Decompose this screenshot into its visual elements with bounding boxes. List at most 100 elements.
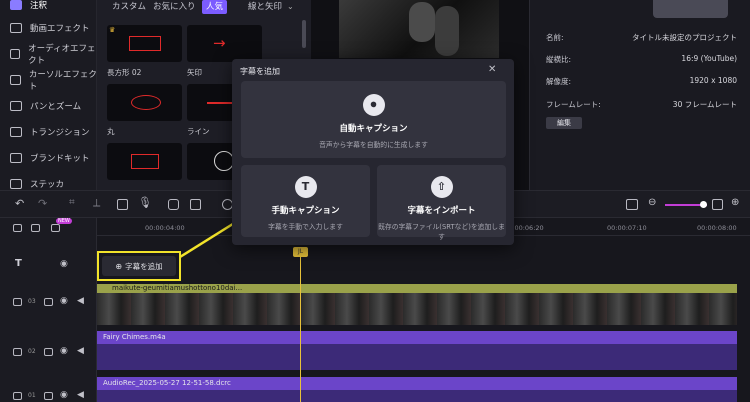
prop-aspect-label: 縦横比: — [546, 55, 572, 64]
prop-resolution-label: 解像度: — [546, 77, 572, 86]
brand-kit-icon — [10, 153, 22, 163]
crop-icon[interactable]: ⌗ — [69, 197, 75, 208]
eye-icon[interactable]: ◉ — [60, 296, 68, 306]
audio-waveform — [97, 344, 737, 370]
sidebar-item-cursor-effects[interactable]: カーソルエフェクト — [0, 67, 97, 93]
video-track-icon — [13, 348, 22, 356]
asset-rectangle-2[interactable] — [107, 143, 182, 180]
track-headers: NEW T ◉ 03 ◉ ◀ 02 ◉ ◀ 01 ◉ ◀ — [0, 218, 97, 402]
asset-arrow[interactable]: → — [187, 25, 262, 62]
sidebar-item-brand-kit[interactable]: ブランドキット — [0, 145, 97, 171]
sidebar-item-label: パンとズーム — [30, 102, 82, 112]
cursor-effect-icon — [10, 75, 21, 85]
audio-clip-name: AudioRec_2025-05-27 12-51-58.dcrc — [103, 379, 231, 387]
arrow-shape-icon: → — [213, 34, 226, 52]
sidebar-item-video-effects[interactable]: 動画エフェクト — [0, 15, 97, 41]
text-icon: T — [294, 176, 317, 198]
performer-figure — [435, 6, 459, 56]
speaker-icon[interactable]: ◀ — [77, 390, 84, 400]
speaker-icon[interactable]: ◀ — [77, 346, 84, 356]
video-track-icon — [13, 392, 22, 400]
pan-zoom-icon — [10, 101, 22, 111]
annotation-icon — [10, 0, 22, 10]
tab-popular[interactable]: 人気 — [202, 0, 228, 14]
track-number: 01 — [28, 392, 36, 399]
zoom-box-icon[interactable] — [712, 199, 723, 210]
lock-icon[interactable] — [44, 298, 53, 306]
add-caption-label: 字幕を追加 — [125, 261, 163, 271]
project-thumbnail — [653, 0, 728, 18]
playhead-line[interactable] — [300, 250, 301, 402]
performer-figure — [409, 2, 435, 42]
eye-icon[interactable]: ◉ — [60, 346, 68, 356]
shield-icon[interactable] — [117, 199, 128, 210]
plus-circle-icon: ⊕ — [115, 261, 123, 271]
asset-circle[interactable] — [107, 84, 182, 121]
ellipse-shape-icon — [131, 95, 161, 110]
zoom-slider-handle[interactable] — [700, 201, 707, 208]
manual-caption-title: 手動キャプション — [271, 206, 340, 216]
sidebar-item-audio-effects[interactable]: オーディオエフェクト — [0, 41, 97, 67]
manual-caption-card[interactable]: T 手動キャプション 字幕を手動で入力します — [241, 165, 370, 237]
video-clip[interactable] — [97, 293, 737, 325]
video-track-icon — [13, 298, 22, 306]
sidebar-item-label: ステッカ — [30, 180, 65, 190]
rectangle-shape-icon — [131, 154, 159, 169]
video-clip-header[interactable]: maikute-geumitiamushottono10dai... — [97, 284, 737, 293]
lock-icon[interactable] — [44, 392, 53, 400]
dialog-title: 字幕を追加 — [240, 67, 280, 76]
copy-track-icon[interactable] — [31, 224, 40, 232]
asset-label: 長方形 02 — [107, 68, 142, 77]
sidebar-item-label: トランジション — [30, 128, 90, 138]
asset-rectangle[interactable]: ♛ — [107, 25, 182, 62]
add-track-icon[interactable] — [13, 224, 22, 232]
audio-clip[interactable]: Fairy Chimes.m4a — [97, 331, 737, 370]
sidebar-item-pan-zoom[interactable]: パンとズーム — [0, 93, 97, 119]
edit-button[interactable]: 編集 — [546, 117, 582, 129]
zoom-in-icon[interactable]: ⊕ — [731, 197, 739, 208]
undo-icon[interactable]: ↶ — [15, 197, 24, 210]
audio-clip[interactable]: AudioRec_2025-05-27 12-51-58.dcrc — [97, 377, 737, 402]
timeline-area: 00:00:04:00 00:00:06:20 00:00:07:10 00:0… — [0, 218, 750, 402]
eye-icon[interactable]: ◉ — [60, 390, 68, 400]
redo-icon[interactable]: ↷ — [38, 197, 47, 210]
import-caption-title: 字幕をインポート — [407, 206, 476, 216]
prop-name-label: 名前: — [546, 33, 564, 42]
sidebar-item-transitions[interactable]: トランジション — [0, 119, 97, 145]
import-caption-desc: 既存の字幕ファイル(SRTなど)を追加します — [378, 223, 505, 241]
microphone-icon: ⏺ — [362, 94, 385, 116]
project-properties-panel: 名前: タイトル未設定のプロジェクト 縦横比: 16:9 (YouTube) 解… — [529, 0, 750, 190]
tab-lines-arrows[interactable]: 線と矢印 — [248, 0, 282, 14]
ruler-time: 00:00:08:00 — [697, 224, 737, 232]
lock-icon[interactable] — [44, 348, 53, 356]
prop-framerate-label: フレームレート: — [546, 100, 601, 109]
video-clip-name: maikute-geumitiamushottono10dai... — [112, 284, 243, 292]
chevron-down-icon[interactable]: ⌄ — [287, 2, 294, 11]
caption-track-icon[interactable] — [51, 224, 60, 232]
auto-caption-card[interactable]: ⏺ 自動キャプション 音声から字幕を自動的に生成します — [241, 81, 506, 158]
tab-custom[interactable]: カスタム — [112, 0, 146, 14]
prop-aspect-value: 16:9 (YouTube) — [681, 54, 737, 63]
auto-caption-title: 自動キャプション — [339, 124, 408, 134]
asset-label: 丸 — [107, 127, 115, 136]
add-caption-button[interactable]: ⊕ 字幕を追加 — [102, 256, 176, 276]
split-icon[interactable]: ⟂ — [93, 196, 100, 210]
sticker-icon — [10, 179, 22, 189]
playhead-handle[interactable]: JL — [293, 247, 308, 257]
speaker-icon[interactable]: ◀ — [77, 296, 84, 306]
fit-timeline-icon[interactable] — [626, 199, 638, 210]
import-caption-card[interactable]: ⇧ 字幕をインポート 既存の字幕ファイル(SRTなど)を追加します — [377, 165, 506, 241]
eye-icon[interactable]: ◉ — [60, 259, 68, 269]
prop-framerate-value: 30 フレームレート — [672, 100, 737, 109]
microphone-icon[interactable]: 🎙 — [138, 196, 152, 209]
asset-label: 矢印 — [187, 68, 202, 77]
asset-label: ライン — [187, 127, 210, 136]
audio-waveform — [97, 390, 737, 402]
scrollbar[interactable] — [302, 20, 306, 48]
sidebar-item-label: カーソルエフェクト — [28, 70, 97, 92]
prop-name-value: タイトル未設定のプロジェクト — [632, 33, 737, 42]
tab-favorites[interactable]: お気に入り — [153, 0, 196, 14]
zoom-out-icon[interactable]: ⊖ — [648, 197, 656, 208]
auto-caption-desc: 音声から字幕を自動的に生成します — [319, 141, 428, 149]
close-icon[interactable]: ✕ — [488, 64, 496, 75]
